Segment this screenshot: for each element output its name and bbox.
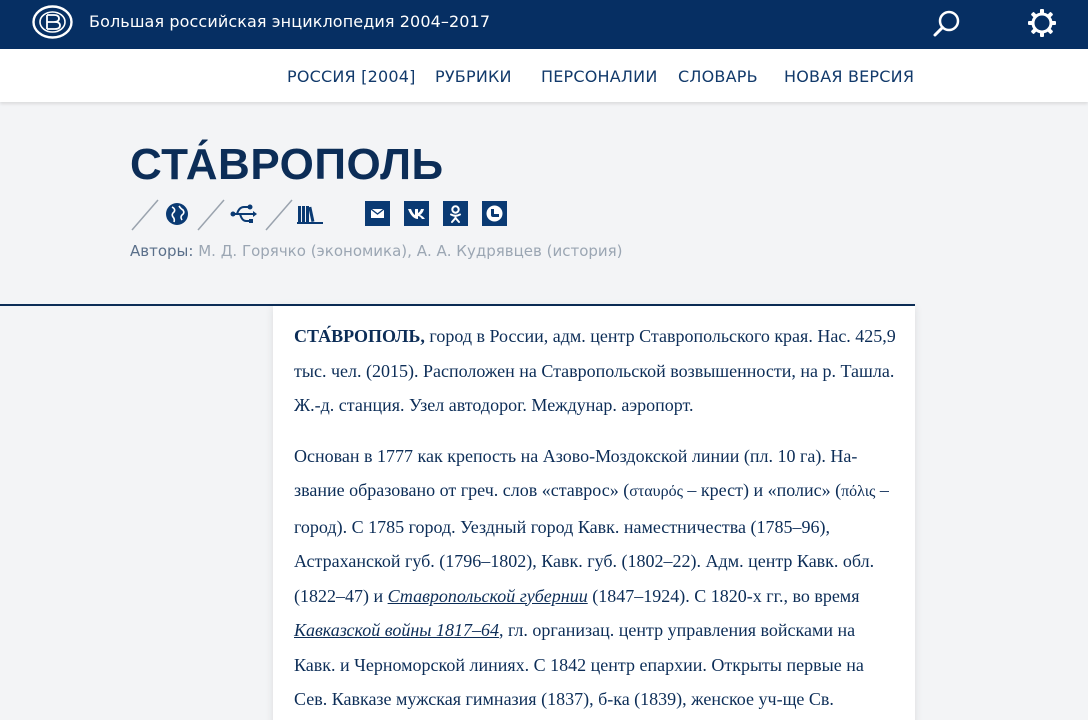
share-ok-button[interactable]	[443, 201, 468, 226]
paragraph-text: – крест) и «полис» (	[682, 480, 842, 500]
share-mail-button[interactable]	[365, 201, 390, 226]
headword: СТА́ВРОПОЛЬ,	[294, 326, 425, 346]
top-bar: Большая российская энциклопедия 2004–201…	[0, 0, 1088, 49]
greek-word: πόλις	[841, 483, 876, 500]
divider-slash-icon	[131, 199, 159, 231]
livejournal-icon	[486, 205, 503, 222]
article-tools	[130, 196, 530, 232]
bre-logo-icon[interactable]	[32, 5, 73, 39]
nav-item-new-version[interactable]: НОВАЯ ВЕРСИЯ	[784, 67, 914, 86]
gear-icon[interactable]	[1026, 7, 1058, 39]
usb-tree-icon[interactable]	[230, 202, 258, 226]
books-icon[interactable]	[297, 203, 323, 225]
article-text: СТА́ВРОПОЛЬ, город в России, адм. центр …	[294, 319, 899, 720]
search-icon[interactable]	[930, 7, 964, 41]
article-paragraph: Основан в 1777 как крепость на Азово-Моз…	[294, 439, 899, 717]
link-stavropol-governorate[interactable]: Ставропольской губернии	[388, 586, 588, 606]
nav-item-russia[interactable]: РОССИЯ [2004]	[287, 67, 416, 86]
mail-icon	[370, 208, 385, 218]
divider-slash-icon	[197, 199, 225, 231]
paragraph-text: (1847–1924). С 1820-х гг., во вре­мя	[587, 585, 860, 606]
authors-label: Авторы:	[130, 242, 194, 260]
nav-item-dictionary[interactable]: СЛОВАРЬ	[678, 67, 758, 86]
site-title[interactable]: Большая российская энциклопедия 2004–201…	[89, 12, 490, 31]
share-livejournal-button[interactable]	[482, 201, 507, 226]
greek-word: σταυρός	[629, 483, 683, 500]
nav-item-rubrics[interactable]: РУБРИКИ	[435, 67, 512, 86]
main-nav: РОССИЯ [2004] РУБРИКИ ПЕРСОНАЛИИ СЛОВАРЬ…	[0, 49, 1088, 102]
article-paragraph: СТА́ВРОПОЛЬ, город в России, адм. центр …	[294, 319, 899, 423]
vk-icon	[408, 209, 425, 219]
page-title: СТА́ВРОПОЛЬ	[130, 140, 444, 189]
authors-names[interactable]: М. Д. Горячко (экономика), А. А. Кудрявц…	[198, 242, 622, 260]
globe-icon[interactable]	[165, 202, 189, 226]
divider-slash-icon	[265, 199, 293, 231]
nav-item-personalities[interactable]: ПЕРСОНАЛИИ	[541, 67, 658, 86]
link-caucasian-war[interactable]: Кавказской войны 1817–64	[294, 620, 499, 640]
share-vk-button[interactable]	[404, 201, 429, 226]
odnoklassniki-icon	[450, 205, 461, 223]
authors-line: Авторы: М. Д. Горячко (экономика), А. А.…	[130, 242, 623, 260]
article-body: СТА́ВРОПОЛЬ, город в России, адм. центр …	[273, 306, 915, 720]
